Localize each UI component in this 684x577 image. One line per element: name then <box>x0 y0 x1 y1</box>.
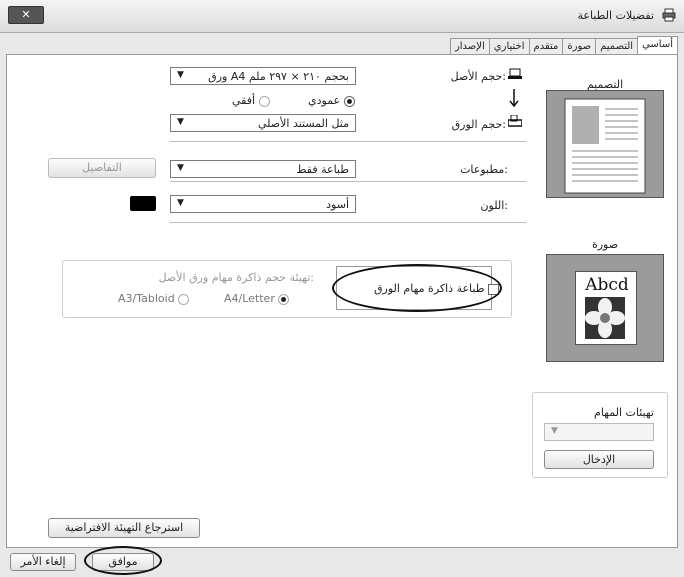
output-select[interactable]: طباعة فقط ▼ <box>170 160 356 178</box>
divider <box>170 222 526 223</box>
highlight-ellipse <box>332 264 502 312</box>
chevron-down-icon: ▼ <box>551 426 558 436</box>
color-value: أسود <box>326 198 349 211</box>
paper-size-value: مثل المستند الأصلي <box>257 117 349 130</box>
highlight-ellipse <box>84 546 162 575</box>
color-swatch <box>130 196 156 211</box>
divider <box>170 141 526 142</box>
paper-size-label: حجم الورق: <box>451 118 506 131</box>
sample-text: Abcd <box>585 275 629 295</box>
tab-optional[interactable]: اختياري <box>488 38 530 54</box>
job-settings-select[interactable]: ▼ <box>544 423 654 441</box>
memory-option-a3[interactable]: A3/Tabloid <box>118 292 190 305</box>
printer-icon <box>662 8 676 22</box>
close-button[interactable]: ✕ <box>8 6 44 24</box>
landscape-radio[interactable] <box>258 95 270 107</box>
paper-output-icon <box>508 115 522 127</box>
restore-defaults-button[interactable]: استرجاع التهيئة الافتراضية <box>48 518 200 538</box>
page-layout-icon <box>564 98 646 194</box>
a4-label: A4/Letter <box>224 292 275 305</box>
tab-image[interactable]: صورة <box>562 38 597 54</box>
original-size-select[interactable]: ورق A4 بحجم ٢١٠ × ٢٩٧ ملم ▼ <box>170 67 356 85</box>
chevron-down-icon: ▼ <box>177 70 184 80</box>
chevron-down-icon: ▼ <box>177 163 184 173</box>
tab-version[interactable]: الإصدار <box>449 38 490 54</box>
orientation-portrait-option[interactable]: عمودي <box>308 94 355 107</box>
output-value: طباعة فقط <box>296 163 349 176</box>
divider <box>170 181 526 182</box>
original-size-value: ورق A4 بحجم ٢١٠ × ٢٩٧ ملم <box>208 70 349 83</box>
title-bar: ✕ تفضيلات الطباعة <box>0 0 684 33</box>
enter-button[interactable]: الإدخال <box>544 450 654 469</box>
memory-option-a4[interactable]: A4/Letter <box>224 292 290 305</box>
a3-radio[interactable] <box>178 293 190 305</box>
tab-advanced[interactable]: متقدم <box>528 38 564 54</box>
document-icon <box>508 68 522 79</box>
orientation-landscape-option[interactable]: أفقي <box>232 94 270 107</box>
arrow-down-icon <box>509 89 519 108</box>
color-label: اللون: <box>480 199 508 212</box>
flower-icon <box>585 297 625 339</box>
landscape-label: أفقي <box>232 94 256 107</box>
cancel-button[interactable]: إلغاء الأمر <box>10 553 76 571</box>
memory-group-label: تهيئة حجم ذاكرة مهام ورق الأصل: <box>158 271 314 284</box>
tab-layout[interactable]: التصميم <box>595 38 639 54</box>
paper-size-select[interactable]: مثل المستند الأصلي ▼ <box>170 114 356 132</box>
window-title: تفضيلات الطباعة <box>577 9 654 22</box>
output-label: مطبوعات: <box>460 163 508 176</box>
job-settings-label: تهيئات المهام <box>594 406 654 419</box>
color-select[interactable]: أسود ▼ <box>170 195 356 213</box>
details-button[interactable]: التفاصيل <box>48 158 156 178</box>
chevron-down-icon: ▼ <box>177 117 184 127</box>
original-size-label: حجم الأصل: <box>450 70 506 83</box>
portrait-label: عمودي <box>308 94 341 107</box>
image-preview: Abcd <box>546 254 664 362</box>
chevron-down-icon: ▼ <box>177 198 184 208</box>
portrait-radio[interactable] <box>343 95 355 107</box>
tab-basic[interactable]: أساسي <box>637 36 678 54</box>
tab-strip: أساسي التصميم صورة متقدم اختياري الإصدار <box>449 36 678 54</box>
a3-label: A3/Tabloid <box>118 292 175 305</box>
a4-radio[interactable] <box>278 293 290 305</box>
layout-preview <box>546 90 664 198</box>
image-preview-label: صورة <box>591 238 619 251</box>
